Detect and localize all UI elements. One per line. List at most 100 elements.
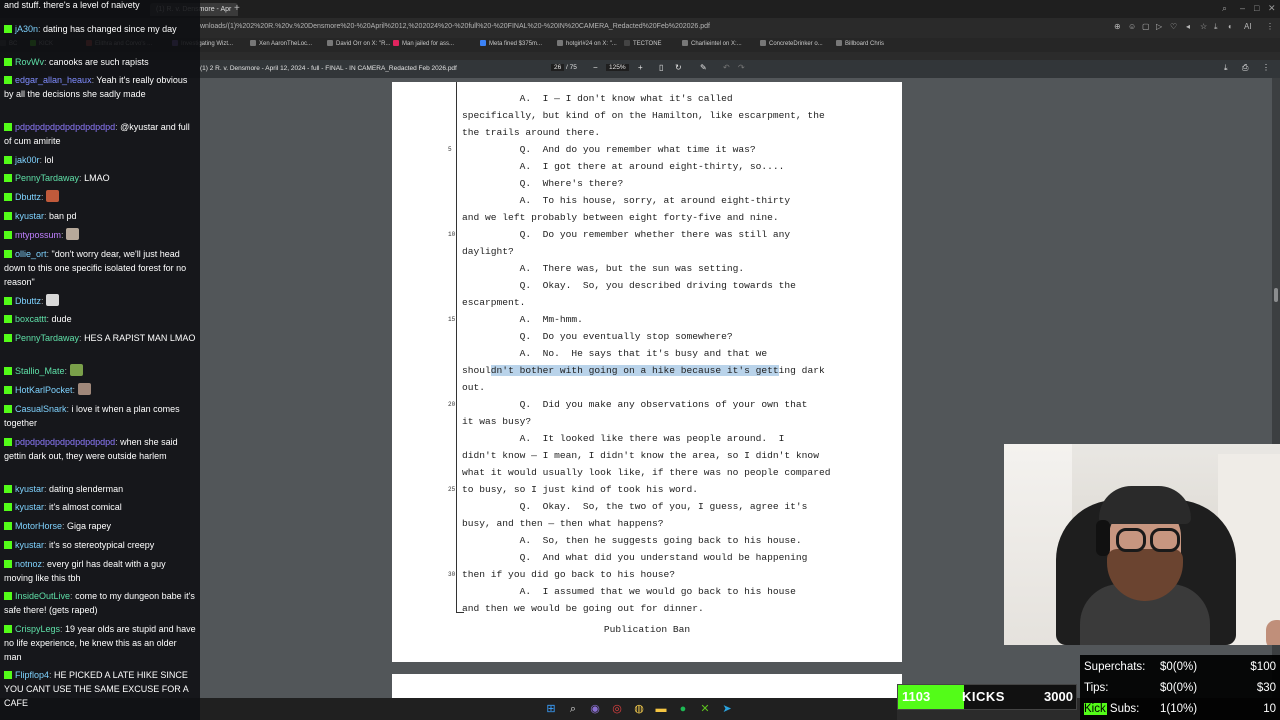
close-icon[interactable]: ✕ (1268, 3, 1276, 14)
telegram-icon[interactable]: ➤ (719, 701, 735, 717)
search-tabs-icon[interactable]: ⌕ (1222, 3, 1227, 14)
bookmark-label: Billboard Chris (845, 41, 885, 47)
annotate-icon[interactable]: ✎ (700, 63, 707, 72)
ai-icon[interactable]: AI (1244, 22, 1252, 31)
more-options-icon[interactable]: ⋮ (1262, 63, 1270, 72)
transcript-line: Q. Do you eventually stop somewhere? (462, 328, 882, 345)
audio-icon[interactable]: ◂ (1186, 22, 1190, 31)
transcript-text: Q. Okay. So, the two of you, I guess, ag… (462, 501, 808, 512)
chat-username[interactable]: InsideOutLive (15, 591, 70, 601)
minimize-icon[interactable]: – (1240, 3, 1245, 13)
chat-username[interactable]: MotorHorse (15, 521, 62, 531)
chat-username[interactable]: Dbuttz (15, 192, 41, 202)
search-icon[interactable]: ⌕ (565, 701, 581, 717)
bookmark-item[interactable]: Man jailed for ass... (393, 40, 454, 47)
chat-username[interactable]: mtypossum (15, 230, 61, 240)
undo-icon[interactable]: ↶ (723, 63, 730, 72)
stat-value: 1(10%) (1160, 703, 1198, 715)
app-icon[interactable]: ◉ (587, 701, 603, 717)
zoom-input[interactable]: 125% (606, 64, 629, 71)
bookmark-item[interactable]: Charlieintel on X:... (682, 40, 742, 47)
zoom-in-icon[interactable]: + (638, 63, 643, 72)
rotate-icon[interactable]: ↻ (675, 63, 682, 72)
screenshot-icon[interactable]: ▢ (1142, 22, 1150, 31)
heart-icon[interactable]: ♡ (1170, 22, 1177, 31)
url-text[interactable]: wnloads/(1)%202%20R.%20v.%20Densmore%20-… (200, 23, 710, 30)
print-icon[interactable]: ⎙ (1242, 63, 1248, 73)
bookmark-label: ConcreteDrinker o... (769, 41, 823, 47)
redo-icon[interactable]: ↷ (738, 63, 745, 72)
chat-username[interactable]: pdpdpdpdpdpdpdpdpdpd (15, 437, 115, 447)
chat-username[interactable]: Stallio_Mate (15, 366, 65, 376)
chat-username[interactable]: CrispyLegs (15, 624, 60, 634)
chat-username[interactable]: notnoz (15, 559, 42, 569)
chat-username[interactable]: HotKarlPocket (15, 385, 73, 395)
chat-username[interactable]: ollie_ort (15, 249, 47, 259)
transcript-line: daylight? (462, 243, 882, 260)
bookmark-item[interactable]: Xen AaronTheLoc... (250, 40, 312, 47)
bookmark-item[interactable]: David Orr on X: "R... (327, 40, 390, 47)
chat-username[interactable]: kyustar (15, 502, 44, 512)
chat-text: canooks are such rapists (49, 57, 149, 67)
bookmark-star-icon[interactable]: ☆ (1200, 22, 1207, 31)
chat-message: PennyTardaway: LMAO (4, 171, 196, 185)
chat-username[interactable]: kyustar (15, 540, 44, 550)
chat-message: ollie_ort: "don't worry dear, we'll just… (4, 247, 196, 289)
stat-goal: 10 (1263, 703, 1276, 715)
chat-username[interactable]: PennyTardaway (15, 333, 79, 343)
kick-badge-icon (4, 438, 12, 446)
downloads-icon[interactable]: ⤓ (1214, 22, 1218, 32)
transcript-text: A. So, then he suggests going back to hi… (462, 535, 802, 546)
transcript-line: A. It looked like there was people aroun… (462, 430, 882, 447)
chat-username[interactable]: jA30n (15, 24, 38, 34)
bookmark-item[interactable]: TECTONE (624, 40, 662, 47)
chat-username[interactable]: kyustar (15, 484, 44, 494)
scrollbar-thumb[interactable] (1274, 288, 1278, 302)
transcript-text: A. It looked like there was people aroun… (462, 433, 785, 444)
record-icon[interactable]: ◎ (609, 701, 625, 717)
bookmark-label: Meta fined $375m... (489, 41, 543, 47)
chat-username[interactable]: RovWv (15, 57, 44, 67)
chat-username[interactable]: Dbuttz (15, 296, 41, 306)
transcript-line: then if you did go back to his house? (462, 566, 882, 583)
bookmark-item[interactable]: Meta fined $375m... (480, 40, 542, 47)
zoom-icon[interactable]: ⊕ (1114, 22, 1121, 31)
spotify-icon[interactable]: ● (675, 701, 691, 717)
kick-badge-icon (4, 156, 12, 164)
page-number-input[interactable]: 26 (551, 64, 565, 71)
chat-username[interactable]: boxcattt (15, 314, 47, 324)
bookmark-item[interactable]: hotgirl#24 on X: "... (557, 40, 617, 47)
line-number: 20 (448, 401, 456, 408)
chrome-icon[interactable]: ◍ (631, 701, 647, 717)
publication-ban-footer: Publication Ban (603, 624, 691, 635)
bookmark-item[interactable]: Billboard Chris (836, 40, 884, 47)
chat-username[interactable]: PennyTardaway (15, 173, 79, 183)
chat-username[interactable]: kyustar (15, 211, 44, 221)
chat-username[interactable]: Flipflop4 (15, 670, 49, 680)
transcript-line: and then we would be going out for dinne… (462, 600, 882, 617)
maximize-icon[interactable]: □ (1254, 3, 1259, 13)
windows-start-icon[interactable]: ⊞ (543, 701, 559, 717)
fit-page-icon[interactable]: ▯ (659, 63, 663, 72)
transcript-text: and we left probably between eight forty… (462, 212, 779, 223)
transcript-text: it was busy? (462, 416, 532, 427)
chat-username[interactable]: jak00r (15, 155, 40, 165)
zoom-out-icon[interactable]: − (593, 63, 598, 72)
chat-username[interactable]: CasualSnark (15, 404, 67, 414)
chat-message: kyustar: dating slenderman (4, 482, 196, 496)
kick-badge-icon (4, 297, 12, 305)
bookmark-item[interactable]: ConcreteDrinker o... (760, 40, 823, 47)
folder-icon[interactable]: ▬ (653, 701, 669, 717)
play-icon[interactable]: ▷ (1156, 22, 1162, 31)
xbox-icon[interactable]: ✕ (697, 701, 713, 717)
chat-username[interactable]: pdpdpdpdpdpdpdpdpdpd (15, 122, 115, 132)
new-tab-button[interactable]: + (234, 3, 240, 15)
profile-icon[interactable]: ◐ (1228, 22, 1233, 31)
transcript-text: A. Mm-hmm. (462, 314, 583, 325)
chat-username[interactable]: edgar_allan_heaux (15, 75, 92, 85)
chat-message: jak00r: lol (4, 153, 196, 167)
menu-icon[interactable]: ⋮ (1266, 22, 1274, 31)
download-icon[interactable]: ⤓ (1224, 63, 1228, 73)
transcript-text: Q. And what did you understand would be … (462, 552, 808, 563)
extension-icon[interactable]: ☺ (1128, 22, 1136, 31)
